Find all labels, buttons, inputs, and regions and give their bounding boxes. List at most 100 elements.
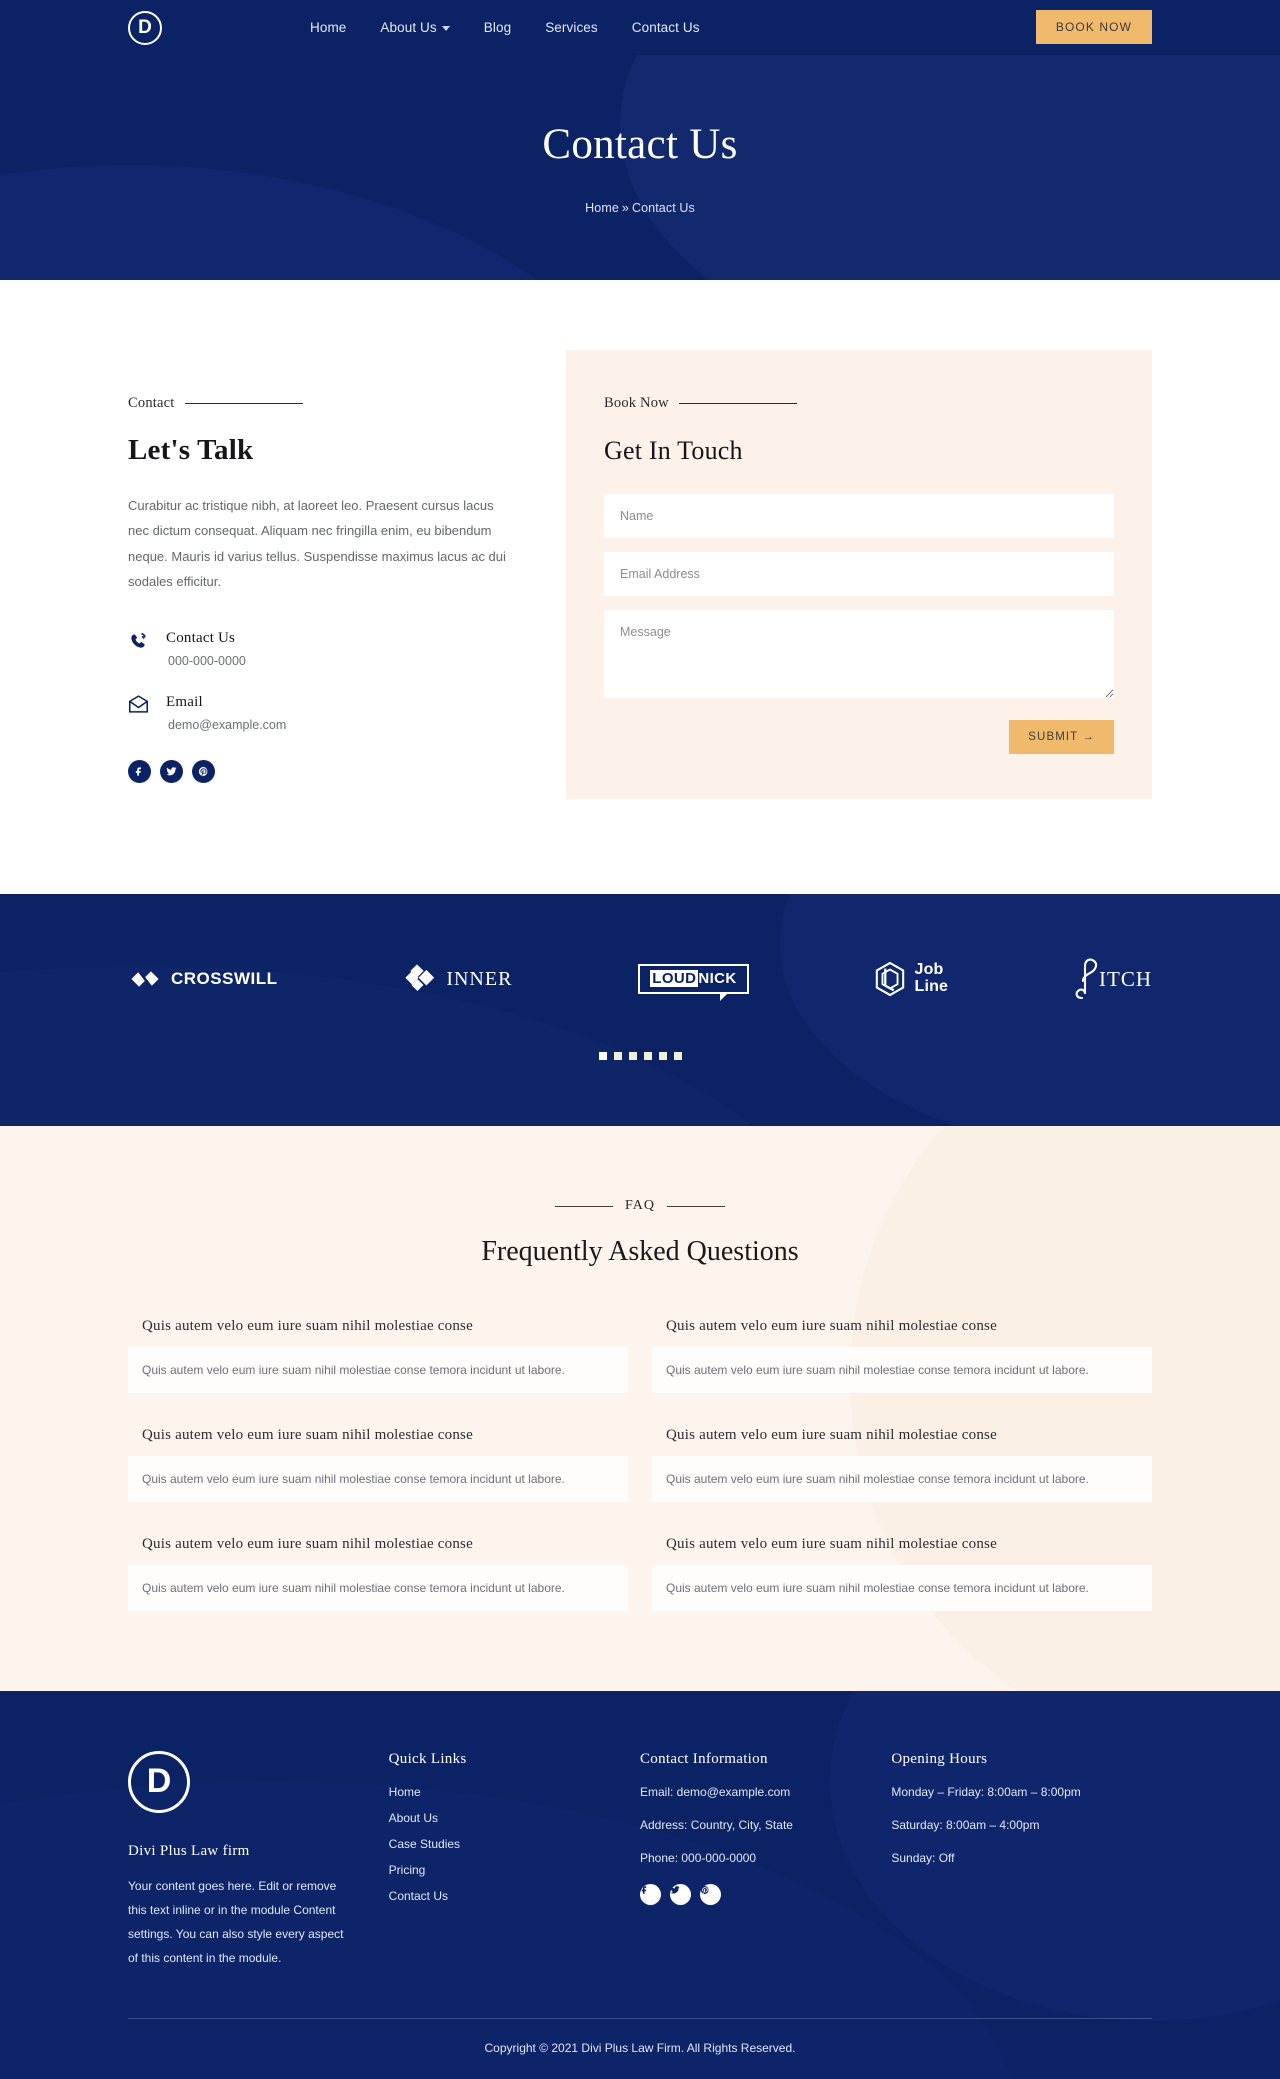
site-header: D Home About Us Blog Services Contact Us… [0,0,1280,55]
footer-columns: D Divi Plus Law firm Your content goes h… [128,1751,1152,1970]
contact-heading: Let's Talk [128,434,254,466]
faq-item: Quis autem velo eum iure suam nihil mole… [652,1306,1152,1393]
footer-brand-description: Your content goes here. Edit or remove t… [128,1879,344,1965]
speech-bubble-tail-icon [719,992,729,1001]
faq-section: FAQ Frequently Asked Questions Quis aute… [0,1126,1280,1691]
nav-label: Home [310,20,347,35]
nav-item-contact-us[interactable]: Contact Us [632,20,700,35]
breadcrumb-home-link[interactable]: Home [585,201,619,215]
form-eyebrow-divider [678,403,797,404]
nav-label: Blog [483,20,512,35]
client-logos-section: CROSSWILL INNER LOUDNICK LOUDNICK [0,894,1280,1126]
footer-link-about-us[interactable]: About Us [389,1811,640,1825]
nav-item-about-us[interactable]: About Us [380,20,450,35]
logo-jobline[interactable]: JobLine Job Line [874,961,948,997]
message-textarea[interactable] [604,610,1114,698]
footer-hours-sunday: Sunday: Off [891,1851,955,1865]
contact-eyebrow: Contact [128,395,175,411]
contact-section: Contact Let's Talk Curabitur ac tristiqu… [0,280,1280,894]
nav-label: Contact Us [631,20,700,35]
faq-question[interactable]: Quis autem velo eum iure suam nihil mole… [652,1306,1152,1347]
main-navigation: Home About Us Blog Services Contact Us [310,20,700,35]
submit-button[interactable]: SUBMIT → [1009,720,1114,754]
faq-question[interactable]: Quis autem velo eum iure suam nihil mole… [128,1524,628,1565]
social-links [128,760,528,784]
footer-link-pricing[interactable]: Pricing [389,1863,640,1877]
faq-title: Frequently Asked Questions [481,1236,799,1267]
facebook-icon[interactable] [128,760,151,784]
carousel-dot-3[interactable] [628,1052,637,1060]
footer-contact-column: Contact Information Email: demo@example.… [640,1751,891,1970]
name-input[interactable] [604,494,1114,538]
hero-banner: Contact Us Home» Contact Us [0,55,1280,280]
logo-jobline-label: Job Line [914,961,949,995]
footer-hours-weekday: Monday – Friday: 8:00am – 8:00pm [891,1785,1081,1799]
logo-pitch-label: ITCH [1099,966,1152,991]
footer-contact-title: Contact Information [640,1751,768,1767]
faq-answer: Quis autem velo eum iure suam nihil mole… [652,1347,1152,1393]
faq-eyebrow-line-right [666,1205,725,1207]
twitter-icon[interactable] [160,760,183,784]
footer-contact-email: Email: demo@example.com [640,1785,791,1799]
footer-brand-name: Divi Plus Law firm [128,1843,250,1859]
contact-eyebrow-row: Contact [128,395,528,412]
faq-question[interactable]: Quis autem velo eum iure suam nihil mole… [652,1415,1152,1456]
nav-label: Services [545,20,598,35]
nav-item-blog[interactable]: Blog [484,20,511,35]
twitter-icon[interactable] [670,1884,691,1905]
carousel-dot-4[interactable] [643,1052,652,1060]
client-logos-row: CROSSWILL INNER LOUDNICK LOUDNICK [0,894,1280,1064]
nav-item-services[interactable]: Services [545,20,598,35]
carousel-dot-2[interactable] [613,1052,622,1060]
nav-item-home[interactable]: Home [310,20,346,35]
facebook-icon[interactable] [640,1884,661,1905]
faq-question[interactable]: Quis autem velo eum iure suam nihil mole… [652,1524,1152,1565]
pinterest-icon[interactable] [192,760,215,784]
envelope-icon [128,694,150,718]
faq-item: Quis autem velo eum iure suam nihil mole… [652,1415,1152,1502]
faq-eyebrow-line-left [555,1205,614,1207]
footer-link-home[interactable]: Home [389,1785,640,1799]
faq-answer: Quis autem velo eum iure suam nihil mole… [652,1565,1152,1611]
nav-label: About Us [380,20,437,35]
footer-quick-links-column: Quick Links Home About Us Case Studies P… [389,1751,640,1970]
form-heading: Get In Touch [604,436,743,465]
faq-question[interactable]: Quis autem velo eum iure suam nihil mole… [128,1306,628,1347]
footer-brand-column: D Divi Plus Law firm Your content goes h… [128,1751,389,1970]
email-input[interactable] [604,552,1114,596]
footer-link-contact-us[interactable]: Contact Us [389,1889,640,1903]
page-title: Contact Us [542,121,738,168]
footer-link-case-studies[interactable]: Case Studies [389,1837,640,1851]
logo-pitch[interactable]: ITCH PITCH [1074,956,1152,1002]
contact-info-column: Contact Let's Talk Curabitur ac tristiqu… [128,350,528,799]
faq-item: Quis autem velo eum iure suam nihil mole… [128,1415,628,1502]
faq-answer: Quis autem velo eum iure suam nihil mole… [128,1456,628,1502]
breadcrumb: Home» Contact Us [585,201,695,215]
pinterest-icon[interactable] [700,1884,721,1905]
book-now-button[interactable]: BOOK NOW [1035,10,1152,44]
faq-item: Quis autem velo eum iure suam nihil mole… [128,1306,628,1393]
carousel-dot-6[interactable] [673,1052,682,1060]
eyebrow-divider [184,403,303,404]
phone-info-block: Contact Us 000-000-0000 [128,630,528,668]
faq-eyebrow: FAQ [625,1198,655,1213]
faq-question[interactable]: Quis autem velo eum iure suam nihil mole… [128,1415,628,1456]
breadcrumb-separator: » [621,201,629,215]
footer-hours-title: Opening Hours [891,1751,988,1767]
site-logo[interactable]: D [128,10,162,45]
carousel-pagination [0,1052,1280,1060]
carousel-dot-1[interactable] [598,1052,607,1060]
faq-grid: Quis autem velo eum iure suam nihil mole… [128,1306,1152,1611]
breadcrumb-current: Contact Us [631,201,695,215]
faq-item: Quis autem velo eum iure suam nihil mole… [128,1524,628,1611]
divi-logo-icon: D [128,10,162,45]
carousel-dot-5[interactable] [658,1052,667,1060]
logo-inner[interactable]: INNER [403,962,512,996]
faq-item: Quis autem velo eum iure suam nihil mole… [652,1524,1152,1611]
logo-crosswill[interactable]: CROSSWILL [128,962,278,996]
phone-label: Contact Us [166,630,236,647]
logo-loudnick-label-light: NICK [698,970,737,987]
logo-loudnick[interactable]: LOUDNICK LOUDNICK [638,964,749,1001]
faq-answer: Quis autem velo eum iure suam nihil mole… [128,1565,628,1611]
footer-hours-column: Opening Hours Monday – Friday: 8:00am – … [891,1751,1152,1970]
